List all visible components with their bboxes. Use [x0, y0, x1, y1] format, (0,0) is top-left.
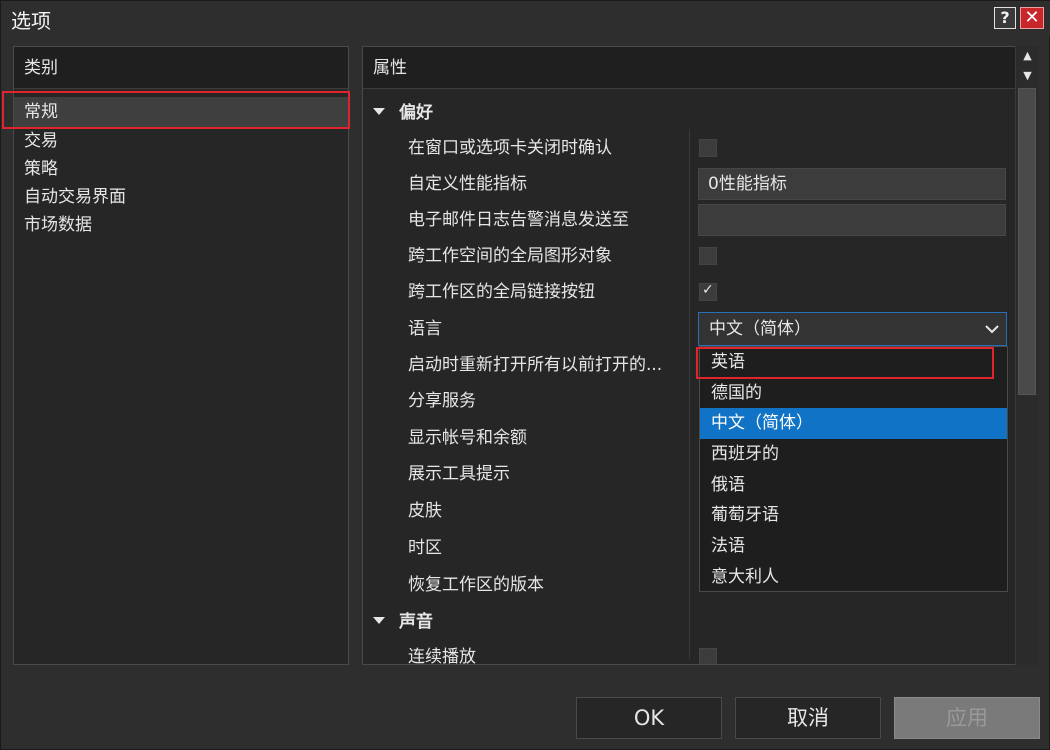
- property-panel: 属性 偏好 在窗口或选项卡关闭时确认 自定义性能指标 0性能指标 电子邮件日志告…: [362, 46, 1039, 665]
- options-dialog: 选项 ? ✕ 类别 常规 交易 策略 自动交易界面 市场数据 属性 偏好 在窗口…: [0, 0, 1050, 750]
- property-header: 属性: [363, 47, 1038, 89]
- section-sound[interactable]: 声音: [373, 607, 433, 637]
- prop-label: 连续播放: [408, 647, 476, 665]
- prop-label: 在窗口或选项卡关闭时确认: [408, 138, 612, 158]
- section-title: 声音: [399, 612, 433, 632]
- prop-row-custom-indicators: 自定义性能指标 0性能指标: [363, 166, 1011, 202]
- prop-label: 恢复工作区的版本: [408, 575, 544, 595]
- language-option-chinese-simplified[interactable]: 中文（简体）: [700, 408, 1007, 440]
- title-bar: 选项 ? ✕: [1, 1, 1050, 37]
- prop-label: 皮肤: [408, 501, 442, 521]
- category-item-general[interactable]: 常规: [14, 97, 348, 127]
- collapse-triangle-icon: [373, 616, 385, 624]
- category-header: 类别: [14, 47, 348, 89]
- prop-row-email-log: 电子邮件日志告警消息发送至: [363, 202, 1011, 238]
- prop-row-global-draw-objects: 跨工作空间的全局图形对象: [363, 238, 1011, 274]
- scroll-thumb[interactable]: [1018, 88, 1036, 395]
- prop-row-confirm-close: 在窗口或选项卡关闭时确认: [363, 130, 1011, 166]
- language-select[interactable]: 中文（简体）: [698, 312, 1007, 346]
- dialog-title: 选项: [11, 9, 51, 33]
- ok-button[interactable]: OK: [576, 697, 722, 739]
- prop-label: 跨工作空间的全局图形对象: [408, 246, 612, 266]
- help-button[interactable]: ?: [994, 7, 1016, 29]
- language-option-german[interactable]: 德国的: [700, 378, 1007, 409]
- close-button[interactable]: ✕: [1020, 7, 1044, 29]
- category-item-trading[interactable]: 交易: [14, 127, 348, 155]
- category-item-market-data[interactable]: 市场数据: [14, 211, 348, 239]
- prop-row-continuous-play: 连续播放: [363, 639, 1011, 665]
- category-list: 常规 交易 策略 自动交易界面 市场数据: [14, 93, 348, 239]
- prop-label: 时区: [408, 538, 442, 558]
- scroll-down-arrow-icon[interactable]: ▼: [1016, 66, 1039, 86]
- continuous-play-checkbox[interactable]: [699, 648, 717, 664]
- prop-label: 展示工具提示: [408, 464, 510, 484]
- prop-label: 自定义性能指标: [408, 174, 527, 194]
- category-item-auto-trading-interface[interactable]: 自动交易界面: [14, 183, 348, 211]
- apply-button[interactable]: 应用: [894, 697, 1040, 739]
- prop-label: 分享服务: [408, 391, 476, 411]
- prop-label: 语言: [408, 319, 442, 339]
- language-dropdown-list: 英语 德国的 中文（简体） 西班牙的 俄语 葡萄牙语 法语 意大利人: [699, 346, 1008, 592]
- prop-label: 显示帐号和余额: [408, 428, 527, 448]
- language-option-french[interactable]: 法语: [700, 531, 1007, 562]
- prop-label: 跨工作区的全局链接按钮: [408, 282, 595, 302]
- prop-label: 启动时重新打开所有以前打开的...: [408, 355, 663, 375]
- section-title: 偏好: [399, 103, 433, 123]
- email-log-field[interactable]: [698, 204, 1006, 236]
- language-option-italian[interactable]: 意大利人: [700, 562, 1007, 591]
- custom-indicators-field[interactable]: 0性能指标: [698, 168, 1006, 200]
- language-select-value: 中文（简体）: [709, 319, 811, 339]
- scroll-up-arrow-icon[interactable]: ▲: [1016, 46, 1039, 66]
- collapse-triangle-icon: [373, 107, 385, 115]
- confirm-close-checkbox[interactable]: [699, 139, 717, 157]
- global-draw-objects-checkbox[interactable]: [699, 247, 717, 265]
- property-scrollbar[interactable]: ▲ ▼: [1015, 46, 1039, 665]
- language-option-english[interactable]: 英语: [700, 347, 1007, 378]
- category-item-strategy[interactable]: 策略: [14, 155, 348, 183]
- prop-label: 电子邮件日志告警消息发送至: [408, 210, 629, 230]
- prop-row-global-link-buttons: 跨工作区的全局链接按钮: [363, 274, 1011, 310]
- language-option-russian[interactable]: 俄语: [700, 470, 1007, 501]
- global-link-buttons-checkbox[interactable]: [699, 282, 717, 301]
- section-preferences[interactable]: 偏好: [373, 98, 433, 128]
- language-option-spanish[interactable]: 西班牙的: [700, 439, 1007, 470]
- prop-row-language: 语言 中文（简体）: [363, 311, 1011, 347]
- language-option-portuguese[interactable]: 葡萄牙语: [700, 500, 1007, 531]
- category-panel: 类别 常规 交易 策略 自动交易界面 市场数据: [2, 46, 350, 665]
- cancel-button[interactable]: 取消: [735, 697, 881, 739]
